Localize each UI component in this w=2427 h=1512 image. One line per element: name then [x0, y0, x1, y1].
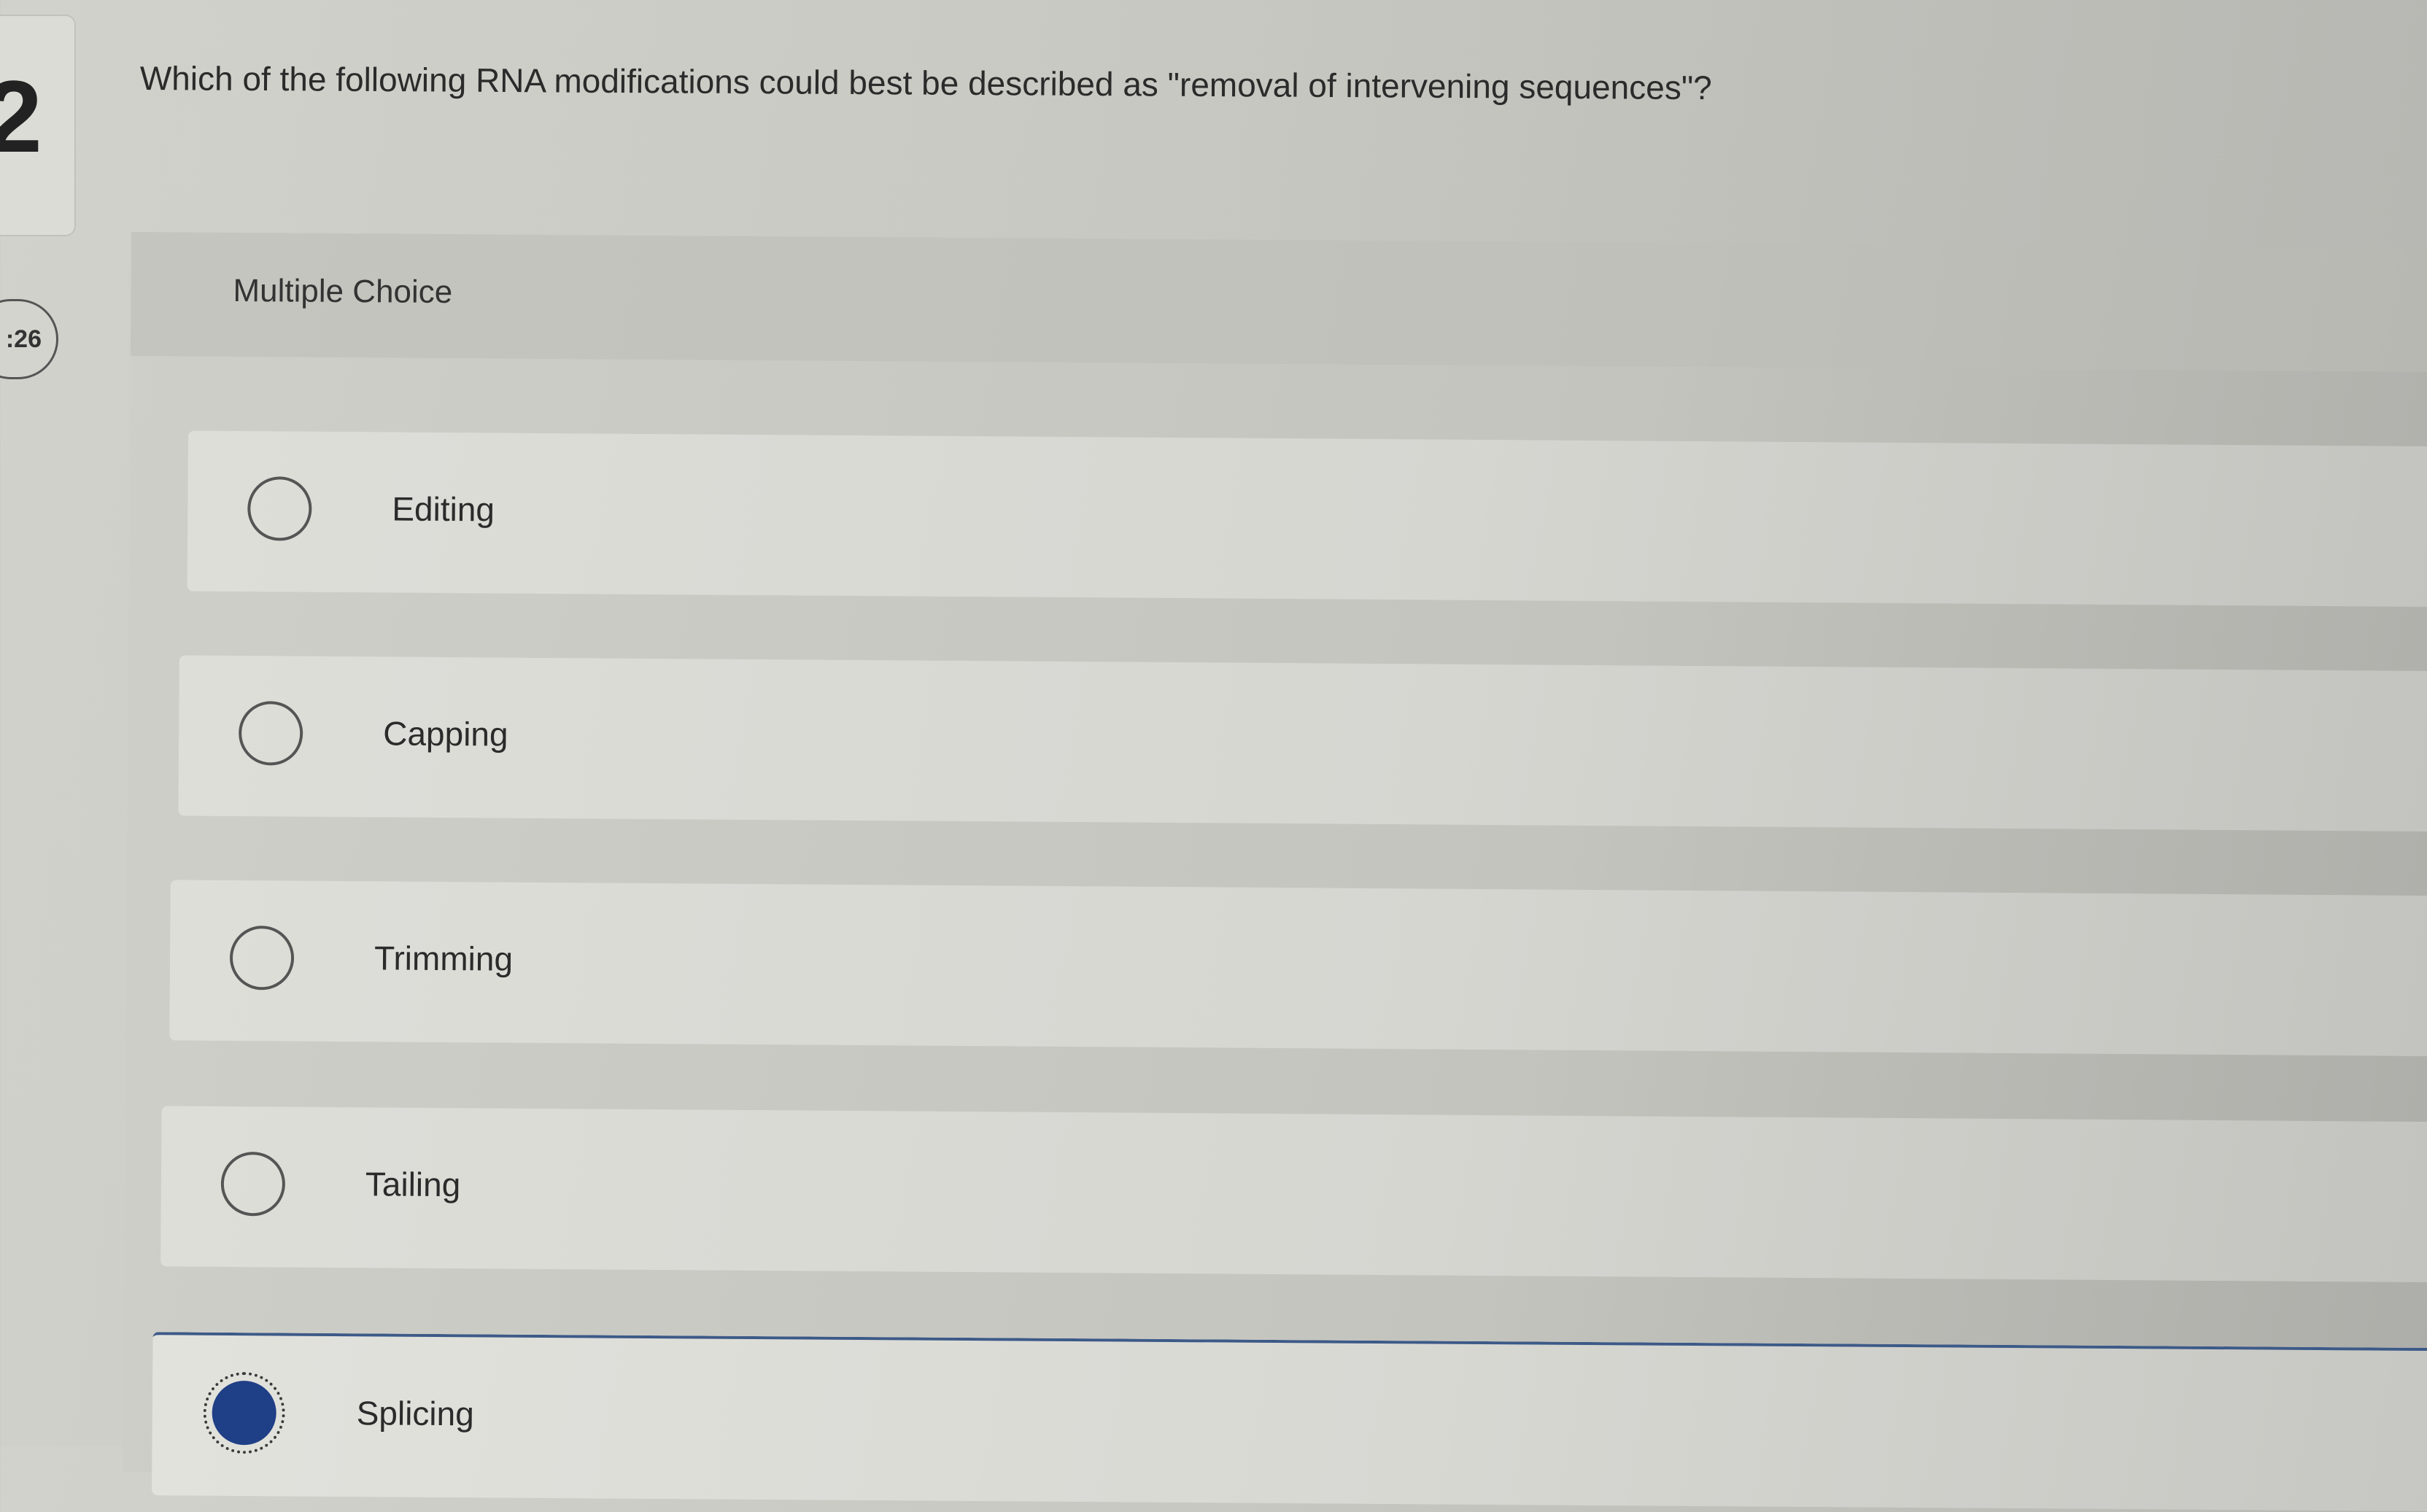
- multiple-choice-panel: Multiple Choice Editing Capping Trimming…: [123, 232, 2427, 1512]
- panel-header: Multiple Choice: [130, 232, 2427, 373]
- choice-label: Splicing: [356, 1394, 474, 1433]
- choice-label: Tailing: [365, 1165, 461, 1204]
- choice-option-splicing[interactable]: Splicing: [151, 1332, 2427, 1512]
- choice-option-editing[interactable]: Editing: [187, 430, 2427, 608]
- choice-label: Editing: [392, 489, 495, 529]
- question-type-label: Multiple Choice: [233, 272, 453, 311]
- choice-option-capping[interactable]: Capping: [178, 655, 2427, 832]
- radio-button[interactable]: [220, 1151, 286, 1217]
- radio-button[interactable]: [238, 701, 303, 766]
- choice-option-trimming[interactable]: Trimming: [169, 880, 2427, 1057]
- radio-button[interactable]: [229, 925, 295, 990]
- choice-label: Capping: [383, 714, 508, 753]
- choice-option-tailing[interactable]: Tailing: [160, 1106, 2427, 1283]
- question-text: Which of the following RNA modifications…: [139, 58, 1712, 107]
- choice-label: Trimming: [373, 939, 514, 978]
- timer-text: :26: [5, 325, 42, 353]
- timer-badge: :26: [0, 299, 58, 379]
- question-number: 2: [0, 59, 42, 174]
- radio-button-selected[interactable]: [203, 1371, 286, 1454]
- radio-button[interactable]: [247, 476, 312, 541]
